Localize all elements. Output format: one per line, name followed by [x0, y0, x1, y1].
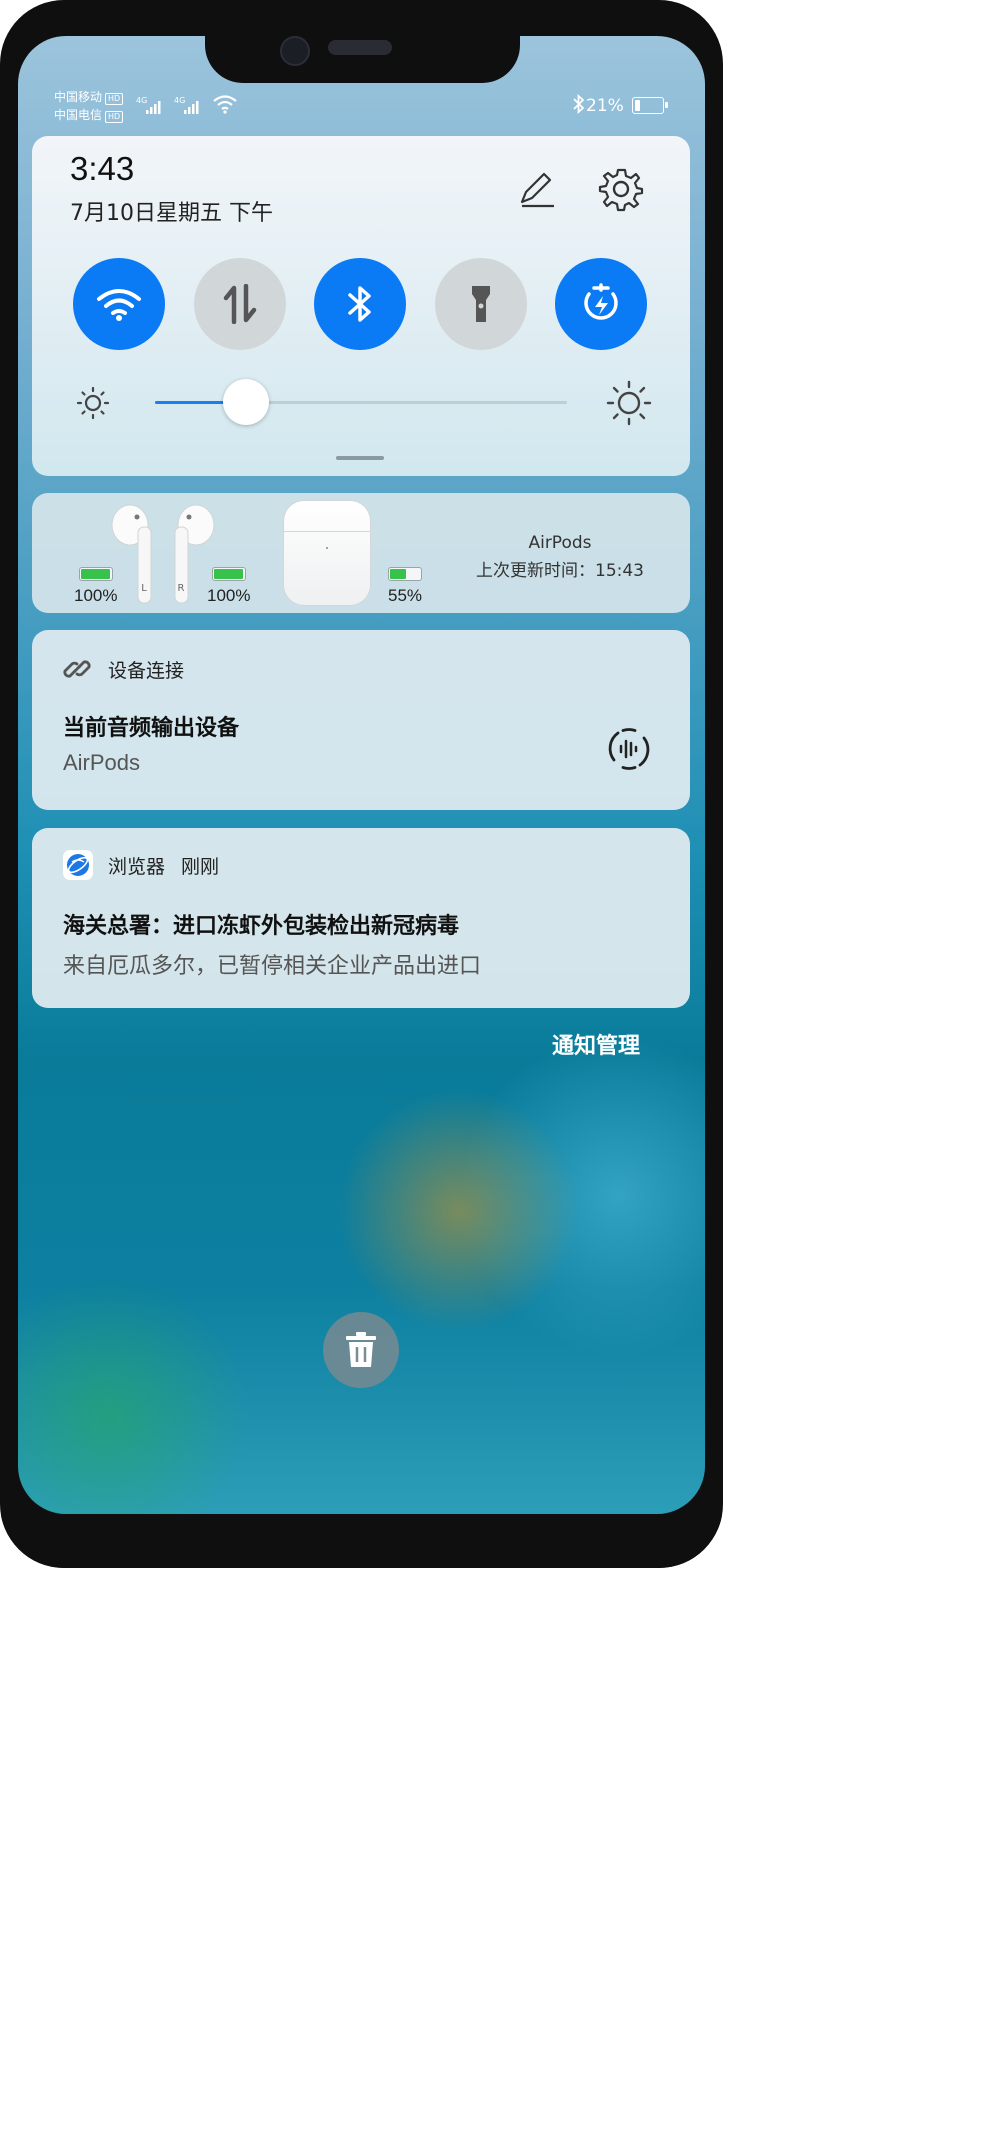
quick-settings-panel: 3:43 7月10日星期五 下午 [32, 136, 690, 476]
left-airpod-image: L [111, 504, 152, 604]
bluetooth-status-icon [572, 93, 586, 119]
mobile-data-icon [223, 284, 257, 324]
left-pod-label: L [141, 583, 147, 594]
clock-date: 7月10日星期五 下午 [70, 201, 273, 226]
bottom-bezel [0, 1514, 723, 1568]
brightness-slider-thumb[interactable] [222, 379, 269, 425]
brightness-slider[interactable] [155, 379, 567, 425]
huawei-share-toggle[interactable] [555, 258, 647, 350]
phone-frame: 中国移动 HD 中国电信 HD 4G 4G 21% 3:43 7月10日星期五 下午 [0, 0, 723, 1568]
browser-app-icon [63, 850, 93, 880]
settings-gear-icon[interactable] [598, 166, 644, 216]
case-battery-icon [388, 567, 422, 581]
mobile-data-toggle[interactable] [194, 258, 286, 350]
edit-icon[interactable] [516, 168, 558, 214]
right-battery-percent: 100% [207, 586, 251, 605]
audio-output-icon[interactable] [606, 726, 652, 776]
right-battery-icon [212, 567, 246, 581]
brightness-high-icon [606, 380, 652, 430]
huawei-share-icon [584, 283, 618, 320]
clock-time: 3:43 [70, 150, 135, 187]
flashlight-icon [472, 286, 490, 322]
bluetooth-icon [348, 286, 371, 322]
network-1-label: 4G [136, 96, 147, 105]
notification-body: 来自厄瓜多尔，已暂停相关企业产品出进口 [63, 954, 482, 979]
left-battery-icon [79, 567, 113, 581]
wifi-toggle[interactable] [73, 258, 165, 350]
battery-percent: 21% [586, 96, 624, 116]
device-connection-card[interactable]: 设备连接 当前音频输出设备 AirPods [32, 630, 690, 810]
bluetooth-toggle[interactable] [314, 258, 406, 350]
status-right: 21% [572, 93, 624, 119]
left-battery-percent: 100% [74, 586, 118, 605]
device-connection-header: 设备连接 [108, 660, 185, 682]
airpods-case-image [284, 501, 370, 605]
airpods-card[interactable]: L R 100% 100% 55% AirPods 上次更新时间：15:43 [32, 493, 690, 613]
notification-time: 刚刚 [181, 856, 220, 878]
carrier-1: 中国移动 [54, 90, 103, 104]
carrier-2: 中国电信 [54, 108, 103, 122]
network-2-label: 4G [174, 96, 185, 105]
earpiece-speaker [328, 40, 392, 55]
link-icon [62, 654, 92, 688]
airpods-last-update: 上次更新时间：15:43 [476, 561, 644, 581]
brightness-low-icon [74, 384, 112, 426]
carrier-info: 中国移动 HD 中国电信 HD [54, 88, 124, 124]
browser-notification-card[interactable]: 浏览器 刚刚 海关总署：进口冻虾外包装检出新冠病毒 来自厄瓜多尔，已暂停相关企业产… [32, 828, 690, 1008]
hd-badge-2: HD [105, 111, 124, 123]
audio-output-device: AirPods [63, 750, 141, 775]
notification-title: 海关总署：进口冻虾外包装检出新冠病毒 [63, 914, 460, 939]
flashlight-toggle[interactable] [435, 258, 527, 350]
battery-icon [632, 97, 668, 114]
case-battery-percent: 55% [388, 586, 423, 605]
notification-management-link[interactable]: 通知管理 [552, 1028, 640, 1060]
panel-drag-handle[interactable] [336, 456, 384, 460]
trash-icon [346, 1332, 376, 1367]
wifi-icon [97, 289, 141, 321]
front-camera [280, 36, 310, 66]
right-pod-label: R [178, 583, 185, 594]
notification-app-name: 浏览器 [108, 856, 166, 878]
clear-all-button[interactable] [323, 1312, 399, 1388]
wifi-status-icon [212, 94, 238, 118]
hd-badge-1: HD [105, 93, 124, 105]
airpods-name: AirPods [528, 533, 592, 553]
globe-icon [67, 854, 89, 876]
audio-output-title: 当前音频输出设备 [63, 716, 240, 741]
notification-app-meta: 浏览器 刚刚 [108, 852, 219, 879]
